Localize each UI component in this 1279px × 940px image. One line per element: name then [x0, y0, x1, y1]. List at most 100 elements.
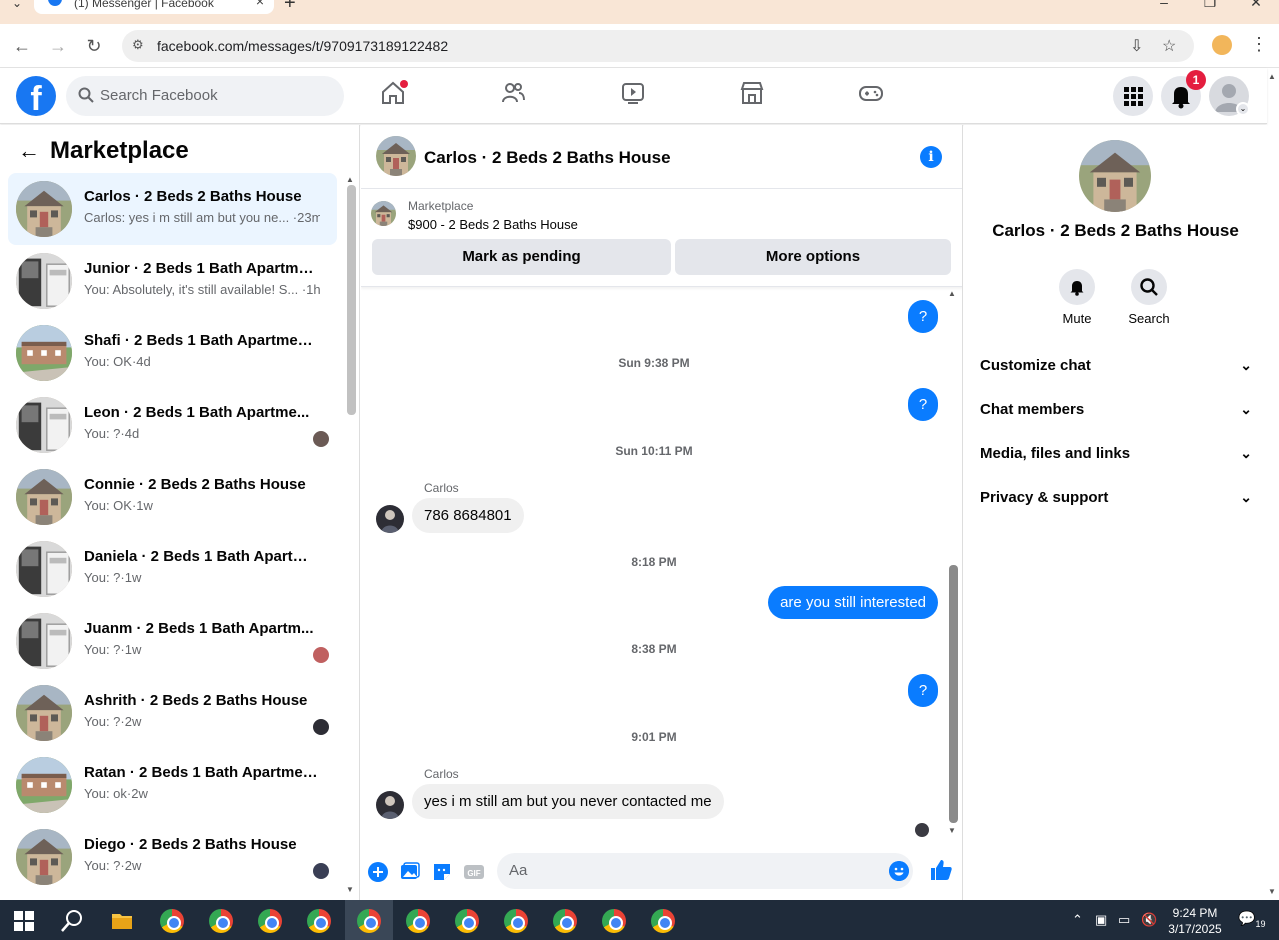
- chrome-icon[interactable]: [455, 909, 479, 933]
- back-icon[interactable]: ←: [10, 34, 34, 58]
- info-icon[interactable]: i: [920, 146, 942, 168]
- sender-avatar[interactable]: [376, 505, 404, 533]
- conversation-item[interactable]: Carlos · 2 Beds 2 Baths House Carlos: yes…: [8, 173, 337, 245]
- message-input[interactable]: Aa: [497, 853, 913, 889]
- thumbs-up-icon[interactable]: [929, 858, 953, 882]
- listing-price-title[interactable]: $900 - 2 Beds 2 Baths House: [408, 217, 578, 232]
- chrome-icon[interactable]: [160, 909, 184, 933]
- plus-icon[interactable]: [367, 861, 389, 883]
- windows-start-icon[interactable]: [12, 909, 36, 933]
- maximize-icon[interactable]: ❐: [1187, 0, 1233, 11]
- bell-icon: [1070, 281, 1084, 296]
- media-files-links-section[interactable]: Media, files and links ⌄: [980, 445, 1252, 469]
- conversation-item[interactable]: Diego · 2 Beds 2 Baths House You: ?·2w: [8, 821, 337, 893]
- chrome-icon[interactable]: [357, 909, 381, 933]
- account-chevron-icon[interactable]: ⌄: [1236, 102, 1250, 116]
- outgoing-message[interactable]: ?: [908, 674, 938, 707]
- chat-scroll-down-arrow[interactable]: ▼: [948, 826, 956, 835]
- window-close-icon[interactable]: ✕: [1233, 0, 1279, 11]
- tab-search-dropdown-icon[interactable]: ⌄: [12, 0, 22, 10]
- page-scroll-up-arrow[interactable]: ▲: [1268, 72, 1276, 81]
- more-options-button[interactable]: More options: [675, 239, 951, 275]
- sender-avatar[interactable]: [376, 791, 404, 819]
- chrome-icon[interactable]: [307, 909, 331, 933]
- friends-nav-icon[interactable]: [500, 80, 530, 110]
- chrome-icon[interactable]: [602, 909, 626, 933]
- video-nav-icon[interactable]: [620, 80, 650, 110]
- bookmark-star-icon[interactable]: ☆: [1162, 36, 1176, 56]
- gaming-nav-icon[interactable]: [858, 80, 888, 110]
- chat-title[interactable]: Carlos · 2 Beds 2 Baths House: [424, 148, 671, 168]
- conversation-item[interactable]: Leon · 2 Beds 1 Bath Apartme... You: ?·4d: [8, 389, 337, 461]
- reload-icon[interactable]: ↻: [82, 34, 106, 58]
- browser-profile-icon[interactable]: [1212, 35, 1232, 55]
- mark-as-pending-button[interactable]: Mark as pending: [372, 239, 671, 275]
- incoming-message[interactable]: 786 8684801: [412, 498, 524, 533]
- search-in-chat-button[interactable]: Search: [1119, 269, 1179, 326]
- address-bar[interactable]: ⚙ facebook.com/messages/t/97091731891224…: [122, 30, 1194, 62]
- profile-avatar[interactable]: [1079, 140, 1151, 212]
- conversation-item[interactable]: Ratan · 2 Beds 1 Bath Apartment... You: o…: [8, 749, 337, 821]
- conversation-thumbnail: [16, 829, 72, 885]
- chat-avatar[interactable]: [376, 136, 416, 176]
- gif-icon[interactable]: GIF: [463, 861, 485, 883]
- chrome-icon[interactable]: [553, 909, 577, 933]
- outgoing-message[interactable]: ?: [908, 300, 938, 333]
- taskbar-search-icon[interactable]: [60, 909, 84, 933]
- facebook-search-input[interactable]: Search Facebook: [66, 76, 344, 116]
- conversation-preview: Carlos: yes i m still am but you ne... ·…: [84, 210, 320, 225]
- chrome-icon[interactable]: [406, 909, 430, 933]
- customize-chat-section[interactable]: Customize chat ⌄: [980, 357, 1252, 381]
- chat-scrollbar[interactable]: [949, 565, 958, 823]
- network-icon[interactable]: ▭: [1118, 912, 1130, 928]
- conversation-item[interactable]: Daniela · 2 Beds 1 Bath Apartme... You: ?…: [8, 533, 337, 605]
- outgoing-message[interactable]: are you still interested: [768, 586, 938, 619]
- conversation-thumbnail: [16, 181, 72, 237]
- volume-icon[interactable]: 🔇: [1141, 912, 1157, 928]
- chrome-icon[interactable]: [651, 909, 675, 933]
- tray-app-icon[interactable]: ▣: [1095, 912, 1107, 928]
- chrome-icon[interactable]: [504, 909, 528, 933]
- conversation-item[interactable]: Shafi · 2 Beds 1 Bath Apartment/... You: …: [8, 317, 337, 389]
- conversation-item[interactable]: Ashrith · 2 Beds 2 Baths House You: ?·2w: [8, 677, 337, 749]
- browser-tab-messenger[interactable]: (1) Messenger | Facebook ×: [34, 0, 274, 14]
- tray-chevron-icon[interactable]: ⌃: [1072, 912, 1083, 928]
- listing-thumbnail[interactable]: [371, 201, 396, 226]
- chat-scroll-up-arrow[interactable]: ▲: [948, 289, 956, 298]
- chrome-icon[interactable]: [258, 909, 282, 933]
- address-url[interactable]: facebook.com/messages/t/9709173189122482: [157, 38, 448, 54]
- conversation-title: Daniela · 2 Beds 1 Bath Apartme...: [84, 548, 320, 565]
- facebook-logo-icon[interactable]: f: [16, 76, 56, 116]
- marketplace-nav-icon[interactable]: [739, 80, 769, 110]
- install-app-icon[interactable]: ⇩: [1130, 36, 1143, 56]
- page-scroll-down-arrow[interactable]: ▼: [1268, 887, 1276, 896]
- file-explorer-icon[interactable]: [110, 909, 134, 933]
- new-tab-icon[interactable]: +: [284, 0, 296, 13]
- conversation-item[interactable]: Juanm · 2 Beds 1 Bath Apartm... You: ?·1w: [8, 605, 337, 677]
- conversation-item[interactable]: Connie · 2 Beds 2 Baths House You: OK·1w: [8, 461, 337, 533]
- browser-menu-icon[interactable]: ⋮: [1250, 34, 1268, 55]
- seen-avatar: [313, 863, 329, 879]
- emoji-icon[interactable]: [889, 861, 909, 881]
- tab-close-icon[interactable]: ×: [256, 0, 264, 8]
- conversation-item[interactable]: Junior · 2 Beds 1 Bath Apartmen... You: A…: [8, 245, 337, 317]
- privacy-support-section[interactable]: Privacy & support ⌄: [980, 489, 1252, 513]
- notification-center-icon[interactable]: 💬19: [1238, 910, 1265, 929]
- site-info-icon[interactable]: ⚙: [132, 37, 144, 53]
- chat-members-section[interactable]: Chat members ⌄: [980, 401, 1252, 425]
- mute-button[interactable]: Mute: [1047, 269, 1107, 326]
- outgoing-message[interactable]: ?: [908, 388, 938, 421]
- chrome-icon[interactable]: [209, 909, 233, 933]
- menu-grid-button[interactable]: [1113, 76, 1153, 116]
- forward-icon[interactable]: →: [46, 34, 70, 58]
- minimize-icon[interactable]: –: [1141, 0, 1187, 11]
- sticker-icon[interactable]: [431, 861, 453, 883]
- scroll-down-arrow[interactable]: ▼: [346, 885, 354, 894]
- conversation-list-scrollbar[interactable]: [347, 185, 356, 415]
- timestamp: Sun 9:38 PM: [618, 356, 690, 370]
- photo-icon[interactable]: [399, 861, 421, 883]
- incoming-message[interactable]: yes i m still am but you never contacted…: [412, 784, 724, 819]
- scroll-up-arrow[interactable]: ▲: [346, 175, 354, 184]
- back-arrow-icon[interactable]: ←: [18, 138, 40, 163]
- clock[interactable]: 9:24 PM 3/17/2025: [1165, 905, 1225, 937]
